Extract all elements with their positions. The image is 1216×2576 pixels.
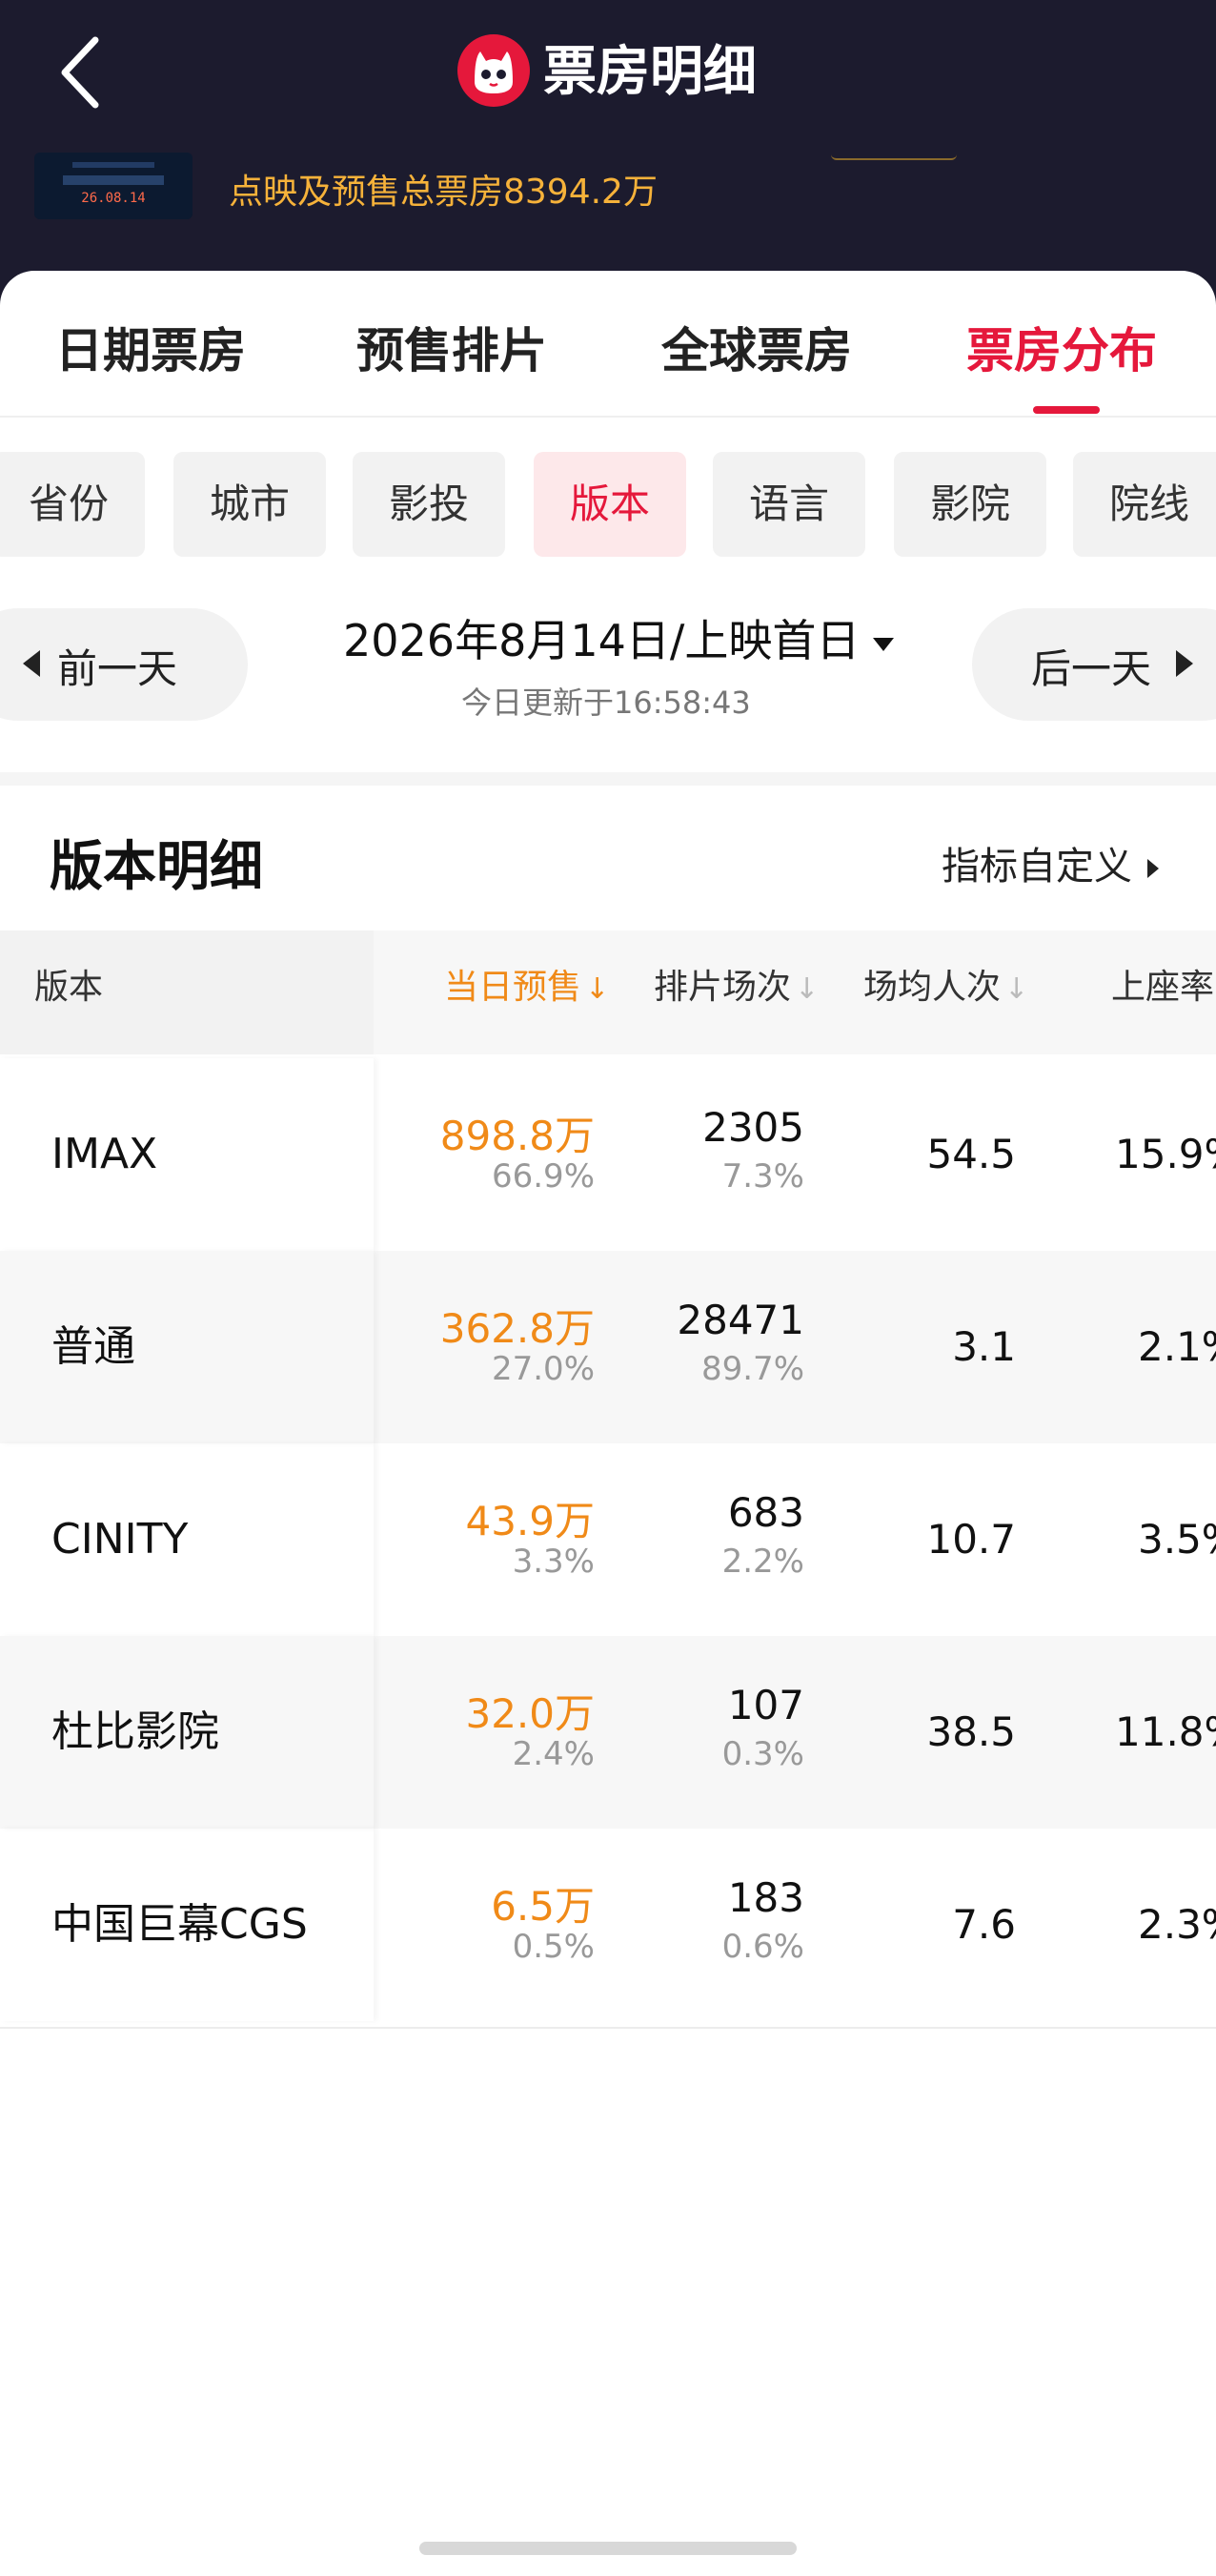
presale-value: 898.8万: [439, 1113, 595, 1159]
presale-percent: 0.5%: [512, 1928, 595, 1966]
prev-day-label: 前一天: [57, 645, 178, 692]
chip-version[interactable]: 版本: [534, 452, 686, 557]
movie-poster-thumbnail[interactable]: 26.08.14: [34, 153, 193, 219]
home-indicator[interactable]: [419, 2542, 797, 2555]
avg-attendance: 54.5: [926, 1131, 1016, 1177]
shows-percent: 0.3%: [721, 1735, 804, 1773]
prev-day-button[interactable]: 前一天: [0, 608, 248, 721]
presale-value: 32.0万: [465, 1690, 595, 1737]
occupancy-rate: 3.5%: [1138, 1516, 1216, 1563]
chip-circuit[interactable]: 院线: [1073, 452, 1216, 557]
col-header-avg-label: 场均人次: [863, 968, 1002, 1007]
section-divider: [0, 772, 1216, 786]
tab-box-office-distribution[interactable]: 票房分布: [966, 313, 1157, 381]
sort-arrow-icon: ↓: [795, 972, 820, 1006]
tab-presale-schedule[interactable]: 预售排片: [356, 313, 547, 381]
avg-attendance: 7.6: [952, 1901, 1016, 1948]
page-title: 票房明细: [543, 41, 757, 103]
avg-attendance: 10.7: [926, 1516, 1016, 1563]
occupancy-rate: 11.8%: [1115, 1708, 1216, 1755]
col-header-presale[interactable]: 当日预售 ↓: [444, 959, 609, 1009]
table-row[interactable]: IMAX 898.8万 66.9% 2305 7.3% 54.5 15.9%: [0, 1058, 1216, 1251]
table-row[interactable]: 普通 362.8万 27.0% 28471 89.7% 3.1 2.1%: [0, 1251, 1216, 1443]
chip-investor[interactable]: 影投: [353, 452, 505, 557]
section-title: 版本明细: [50, 836, 263, 898]
customize-metrics-link[interactable]: 指标自定义: [942, 835, 1159, 890]
header-decor: [831, 143, 957, 160]
avg-attendance: 38.5: [926, 1708, 1016, 1755]
chip-province[interactable]: 省份: [0, 452, 145, 557]
table-row[interactable]: 中国巨幕CGS 6.5万 0.5% 183 0.6% 7.6 2.3%: [0, 1829, 1216, 2021]
col-header-version: 版本: [34, 968, 104, 1007]
triangle-left-icon: [23, 650, 40, 677]
dimension-chip-row: 省份 城市 影投 版本 语言 影院 院线: [0, 452, 1216, 557]
version-name: 杜比影院: [51, 1707, 219, 1756]
version-name: 中国巨幕CGS: [51, 1900, 308, 1949]
shows-value: 107: [727, 1682, 804, 1728]
presale-percent: 66.9%: [491, 1157, 595, 1196]
occupancy-rate: 2.1%: [1138, 1323, 1216, 1370]
update-time: 今日更新于16:58:43: [461, 685, 751, 721]
shows-percent: 7.3%: [721, 1157, 804, 1196]
date-label: 2026年8月14日/上映首日: [343, 615, 861, 666]
tab-global-box-office[interactable]: 全球票房: [661, 313, 852, 381]
shows-value: 28471: [677, 1297, 804, 1343]
col-header-occupancy[interactable]: 上座率: [1111, 959, 1214, 1009]
occupancy-rate: 15.9%: [1115, 1131, 1216, 1177]
col-header-avg-attendance[interactable]: 场均人次 ↓: [863, 959, 1028, 1009]
shows-value: 2305: [702, 1104, 804, 1151]
app-header: 票房明细 26.08.14 点映及预售总票房8394.2万: [0, 0, 1216, 305]
customize-metrics-label: 指标自定义: [942, 845, 1132, 889]
table-row[interactable]: 杜比影院 32.0万 2.4% 107 0.3% 38.5 11.8%: [0, 1636, 1216, 1829]
triangle-right-icon: [1147, 859, 1159, 878]
chip-cinema[interactable]: 影院: [894, 452, 1046, 557]
col-header-presale-label: 当日预售: [444, 968, 582, 1007]
table-header: 版本 当日预售 ↓ 排片场次 ↓ 场均人次 ↓ 上座率: [0, 930, 1216, 1054]
avg-attendance: 3.1: [952, 1323, 1016, 1370]
col-header-shows[interactable]: 排片场次 ↓: [654, 959, 819, 1009]
version-name: 普通: [51, 1322, 135, 1371]
chevron-left-icon: [61, 36, 99, 109]
col-header-shows-label: 排片场次: [654, 968, 792, 1007]
version-name: IMAX: [51, 1130, 158, 1178]
poster-date: 26.08.14: [81, 191, 146, 206]
content-card: 日期票房 预售排片 全球票房 票房分布 省份 城市 影投 版本 语言 影院 院线…: [0, 271, 1216, 2576]
shows-value: 183: [727, 1874, 804, 1921]
presale-percent: 3.3%: [512, 1543, 595, 1581]
next-day-label: 后一天: [1031, 645, 1152, 692]
version-name: CINITY: [51, 1515, 189, 1564]
shows-percent: 2.2%: [721, 1543, 804, 1581]
caret-down-icon: [873, 637, 895, 651]
total-presale-text: 点映及预售总票房8394.2万: [229, 173, 658, 212]
chip-language[interactable]: 语言: [713, 452, 865, 557]
shows-value: 683: [727, 1489, 804, 1536]
next-day-button[interactable]: 后一天: [972, 608, 1216, 721]
triangle-right-icon: [1176, 650, 1193, 677]
tab-date-box-office[interactable]: 日期票房: [55, 313, 246, 381]
presale-percent: 2.4%: [512, 1735, 595, 1773]
active-tab-indicator: [1033, 406, 1100, 414]
table-bottom-border: [0, 2027, 1216, 2029]
presale-percent: 27.0%: [491, 1350, 595, 1388]
presale-value: 43.9万: [465, 1498, 595, 1544]
tab-bar: 日期票房 预售排片 全球票房 票房分布: [0, 271, 1216, 418]
maoyan-cat-logo-icon: [456, 32, 532, 109]
occupancy-rate: 2.3%: [1138, 1901, 1216, 1948]
sort-arrow-icon: ↓: [1004, 972, 1029, 1006]
shows-percent: 0.6%: [721, 1928, 804, 1966]
sort-arrow-icon: ↓: [585, 972, 610, 1006]
date-selector[interactable]: 2026年8月14日/上映首日: [343, 606, 895, 669]
presale-value: 6.5万: [491, 1883, 595, 1930]
chip-city[interactable]: 城市: [173, 452, 326, 557]
shows-percent: 89.7%: [700, 1350, 804, 1388]
table-row[interactable]: CINITY 43.9万 3.3% 683 2.2% 10.7 3.5%: [0, 1443, 1216, 1636]
back-button[interactable]: [53, 34, 111, 111]
presale-value: 362.8万: [439, 1305, 595, 1352]
